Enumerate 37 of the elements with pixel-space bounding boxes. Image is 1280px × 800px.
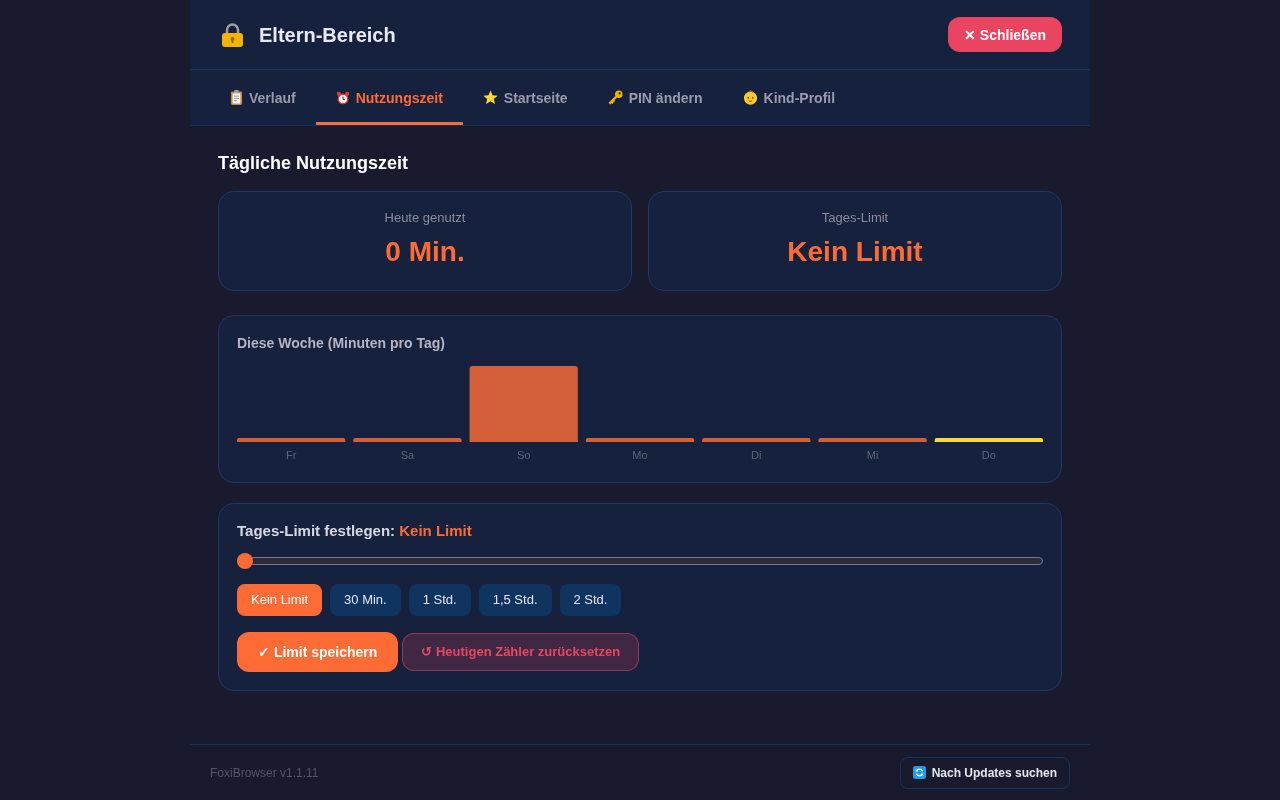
day-label: Sa: [399, 448, 416, 462]
version-text: FoxiBrowser v1.1.11: [210, 764, 319, 781]
stat-label: Tages-Limit: [821, 209, 889, 227]
update-button[interactable]: Nach Updates suchen: [899, 756, 1070, 789]
key-icon: [607, 90, 623, 105]
slider-thumb[interactable]: [237, 553, 253, 569]
tab[interactable]: Nutzungszeit: [315, 70, 463, 125]
day-label: Di: [750, 448, 763, 462]
tab[interactable]: Verlauf: [210, 70, 316, 125]
star-icon: [482, 90, 498, 105]
stat-value: Kein Limit: [787, 235, 923, 269]
day-label: So: [515, 448, 532, 462]
preset-button[interactable]: 30 Min.: [330, 584, 401, 616]
clipboard-icon: [230, 90, 243, 105]
tab[interactable]: Kind-Profil: [722, 70, 856, 125]
baby-icon: [742, 90, 758, 105]
preset-button[interactable]: 2 Std.: [559, 584, 622, 616]
stat-label: Heute genutzt: [384, 209, 466, 227]
tab[interactable]: Startseite: [462, 70, 588, 125]
day-label: Do: [980, 448, 997, 462]
alarm-clock-icon: [335, 90, 350, 105]
reset-button[interactable]: ↺ Heutigen Zähler zurücksetzen: [402, 633, 640, 671]
stat-value: 0 Min.: [385, 235, 465, 269]
day-label: Mo: [631, 448, 649, 462]
section-title: Tägliche Nutzungszeit: [218, 152, 409, 175]
refresh-icon: [912, 766, 926, 779]
close-button[interactable]: ✕ Schließen: [947, 17, 1062, 52]
preset-button[interactable]: 1 Std.: [408, 584, 471, 616]
limit-label: Tages-Limit festlegen:: [237, 522, 396, 539]
tab[interactable]: PIN ändern: [587, 70, 723, 125]
preset-button[interactable]: 1,5 Std.: [478, 584, 552, 616]
chart-title: Diese Woche (Minuten pro Tag): [237, 334, 446, 353]
day-label: Mi: [865, 448, 880, 462]
limit-value: Kein Limit: [399, 522, 472, 539]
day-label: Fr: [284, 448, 298, 462]
window-title: Eltern-Bereich: [259, 22, 396, 48]
lock-icon: [222, 22, 243, 47]
